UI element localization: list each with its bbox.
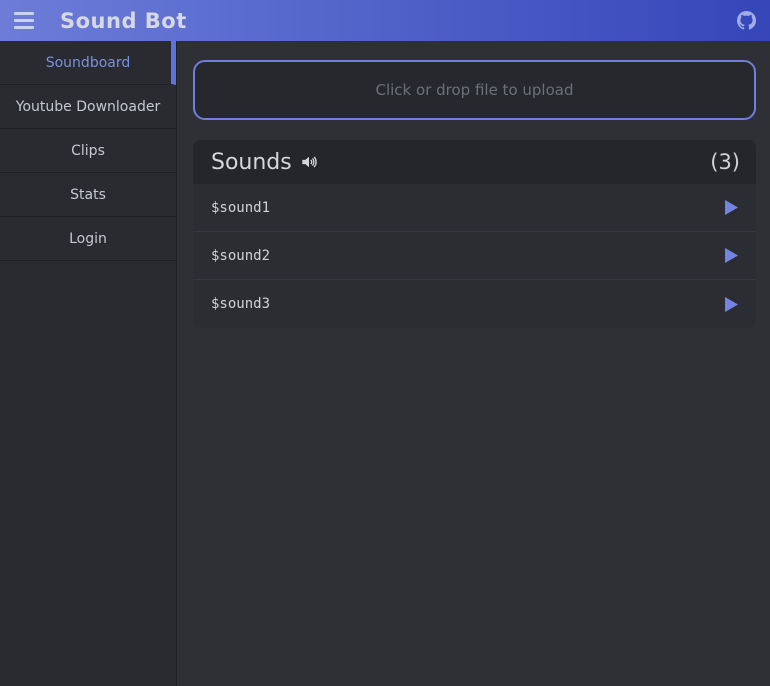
sound-name: $sound1 (211, 200, 270, 216)
play-icon (725, 248, 738, 263)
speaker-icon (299, 152, 319, 172)
sound-list: $sound1 $sound2 $sound3 (193, 184, 756, 328)
layout: Soundboard Youtube Downloader Clips Stat… (0, 41, 770, 686)
sidebar-item-soundboard[interactable]: Soundboard (0, 41, 176, 85)
menu-icon (14, 12, 34, 15)
main-content: Click or drop file to upload Sounds (177, 41, 770, 686)
sidebar-item-clips[interactable]: Clips (0, 129, 176, 173)
app-title: Sound Bot (60, 9, 187, 33)
play-icon (725, 297, 738, 312)
github-icon (737, 11, 756, 30)
sound-row: $sound1 (193, 184, 756, 232)
play-button[interactable] (723, 246, 740, 265)
github-link[interactable] (737, 11, 756, 30)
sidebar: Soundboard Youtube Downloader Clips Stat… (0, 41, 177, 686)
sidebar-item-youtube-downloader[interactable]: Youtube Downloader (0, 85, 176, 129)
sound-name: $sound2 (211, 248, 270, 264)
sound-name: $sound3 (211, 296, 270, 312)
sound-row: $sound3 (193, 280, 756, 328)
play-button[interactable] (723, 295, 740, 314)
play-icon (725, 200, 738, 215)
sidebar-item-stats[interactable]: Stats (0, 173, 176, 217)
sound-row: $sound2 (193, 232, 756, 280)
sounds-count: (3) (710, 150, 740, 174)
topbar: Sound Bot (0, 0, 770, 41)
upload-dropzone[interactable]: Click or drop file to upload (193, 60, 756, 120)
app-window: Sound Bot Soundboard Youtube Downloader … (0, 0, 770, 686)
sounds-title: Sounds (211, 150, 292, 175)
sounds-panel: Sounds (3) $s (193, 140, 756, 328)
sidebar-item-login[interactable]: Login (0, 217, 176, 261)
menu-button[interactable] (14, 10, 40, 32)
play-button[interactable] (723, 198, 740, 217)
sounds-panel-header: Sounds (3) (193, 140, 756, 184)
upload-label: Click or drop file to upload (376, 81, 574, 99)
